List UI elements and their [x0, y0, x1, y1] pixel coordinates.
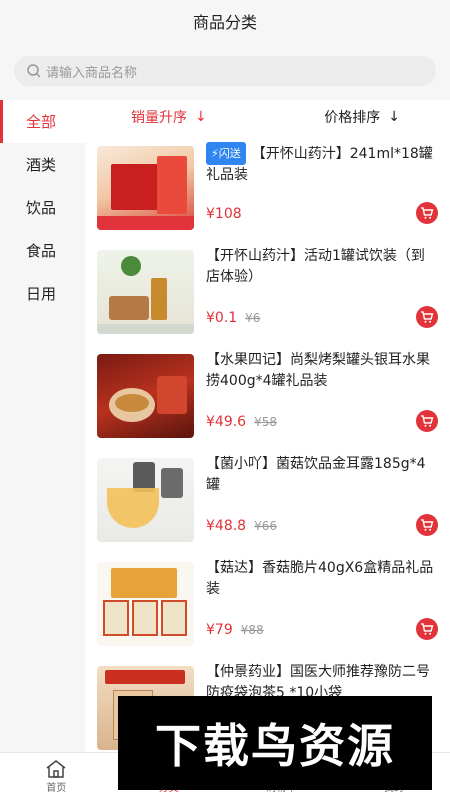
flash-delivery-badge: ⚡闪送	[206, 142, 246, 165]
product-image	[97, 562, 194, 646]
category-sidebar: 全部 酒类 饮品 食品 日用	[0, 100, 85, 752]
sort-price-label: 价格排序	[324, 110, 381, 126]
tab-label: 首页	[46, 783, 67, 794]
add-to-cart-button[interactable]	[416, 306, 438, 328]
price-row: ¥48.8 ¥66	[206, 518, 277, 534]
product-price: ¥0.1	[206, 310, 238, 326]
sort-by-price-button[interactable]: 价格排序 ↓	[324, 107, 400, 127]
product-price: ¥49.6	[206, 414, 247, 430]
page-title: 商品分类	[192, 13, 257, 32]
sidebar-item-all[interactable]: 全部	[0, 100, 85, 143]
home-icon	[46, 760, 66, 778]
product-title: ⚡闪送 【开怀山药汁】241ml*18罐礼品装	[206, 142, 438, 186]
product-image	[97, 458, 194, 542]
price-row: ¥108	[206, 206, 242, 222]
product-item[interactable]: ⚡闪送 【开怀山药汁】241ml*18罐礼品装 ¥108	[97, 142, 438, 230]
add-to-cart-button[interactable]	[416, 618, 438, 640]
sidebar-item-drinks[interactable]: 饮品	[0, 186, 85, 229]
sidebar-item-daily[interactable]: 日用	[0, 272, 85, 315]
product-list-area: 销量升序 ↓ 价格排序 ↓ ⚡闪送 【开怀山药汁】241ml*18罐礼品装 ¥1…	[85, 100, 450, 752]
sidebar-item-label: 全部	[26, 113, 57, 131]
search-input[interactable]: 请输入商品名称	[14, 56, 436, 86]
sidebar-item-label: 酒类	[26, 156, 57, 174]
product-price: ¥79	[206, 622, 233, 638]
watermark-text: 下载鸟资源	[155, 719, 395, 773]
page-header: 商品分类	[0, 0, 450, 42]
cart-icon	[421, 415, 434, 427]
search-icon	[27, 64, 41, 78]
product-item[interactable]: 【菌小吖】菌菇饮品金耳露185g*4罐 ¥48.8 ¥66	[97, 456, 438, 542]
product-image	[97, 250, 194, 334]
content-body: 全部 酒类 饮品 食品 日用 销量升序 ↓ 价格排序 ↓ ⚡闪送 【开怀山药汁】…	[0, 100, 450, 752]
cart-icon	[421, 311, 434, 323]
sidebar-item-label: 饮品	[26, 199, 57, 217]
product-item[interactable]: 【开怀山药汁】活动1罐试饮装（到店体验） ¥0.1 ¥6	[97, 248, 438, 334]
watermark-overlay: 下载鸟资源	[118, 696, 432, 790]
product-info: ⚡闪送 【开怀山药汁】241ml*18罐礼品装 ¥108	[194, 142, 438, 230]
add-to-cart-button[interactable]	[416, 410, 438, 432]
sort-bar: 销量升序 ↓ 价格排序 ↓	[85, 100, 450, 134]
app-root: 商品分类 请输入商品名称 全部 酒类 饮品 食品 日用 销量升序 ↓ 价格排序 …	[0, 0, 450, 800]
product-original-price: ¥58	[254, 415, 277, 429]
search-bar-container: 请输入商品名称	[0, 42, 450, 100]
product-image	[97, 146, 194, 230]
product-original-price: ¥66	[254, 519, 277, 533]
add-to-cart-button[interactable]	[416, 202, 438, 224]
product-title: 【菌小吖】菌菇饮品金耳露185g*4罐	[206, 456, 426, 493]
product-info: 【水果四记】尚梨烤梨罐头银耳水果捞400g*4罐礼品装 ¥49.6 ¥58	[194, 352, 438, 438]
product-info: 【菌小吖】菌菇饮品金耳露185g*4罐 ¥48.8 ¥66	[194, 456, 438, 542]
arrow-down-icon: ↓	[388, 109, 400, 125]
product-info: 【菇达】香菇脆片40gX6盒精品礼品装 ¥79 ¥88	[194, 560, 438, 646]
product-title: 【水果四记】尚梨烤梨罐头银耳水果捞400g*4罐礼品装	[206, 352, 430, 389]
sidebar-item-food[interactable]: 食品	[0, 229, 85, 272]
cart-icon	[421, 519, 434, 531]
tab-home[interactable]: 首页	[0, 753, 113, 800]
product-price: ¥48.8	[206, 518, 247, 534]
cart-icon	[421, 207, 434, 219]
product-original-price: ¥6	[245, 311, 261, 325]
sort-sales-label: 销量升序	[131, 110, 187, 126]
sidebar-item-alcohol[interactable]: 酒类	[0, 143, 85, 186]
product-title: 【开怀山药汁】活动1罐试饮装（到店体验）	[206, 248, 425, 285]
add-to-cart-button[interactable]	[416, 514, 438, 536]
sidebar-item-label: 食品	[26, 242, 57, 260]
product-title: 【菇达】香菇脆片40gX6盒精品礼品装	[206, 560, 434, 597]
product-original-price: ¥88	[240, 623, 264, 637]
price-row: ¥49.6 ¥58	[206, 414, 277, 430]
product-image	[97, 354, 194, 438]
arrow-down-icon: ↓	[195, 109, 207, 125]
product-price: ¥108	[206, 206, 242, 222]
cart-icon	[421, 623, 434, 635]
product-info: 【开怀山药汁】活动1罐试饮装（到店体验） ¥0.1 ¥6	[194, 248, 438, 334]
sidebar-item-label: 日用	[26, 285, 57, 303]
product-item[interactable]: 【水果四记】尚梨烤梨罐头银耳水果捞400g*4罐礼品装 ¥49.6 ¥58	[97, 352, 438, 438]
price-row: ¥0.1 ¥6	[206, 310, 260, 326]
sort-by-sales-button[interactable]: 销量升序 ↓	[131, 107, 207, 127]
search-placeholder: 请输入商品名称	[46, 65, 138, 81]
product-item[interactable]: 【菇达】香菇脆片40gX6盒精品礼品装 ¥79 ¥88	[97, 560, 438, 646]
price-row: ¥79 ¥88	[206, 622, 264, 638]
